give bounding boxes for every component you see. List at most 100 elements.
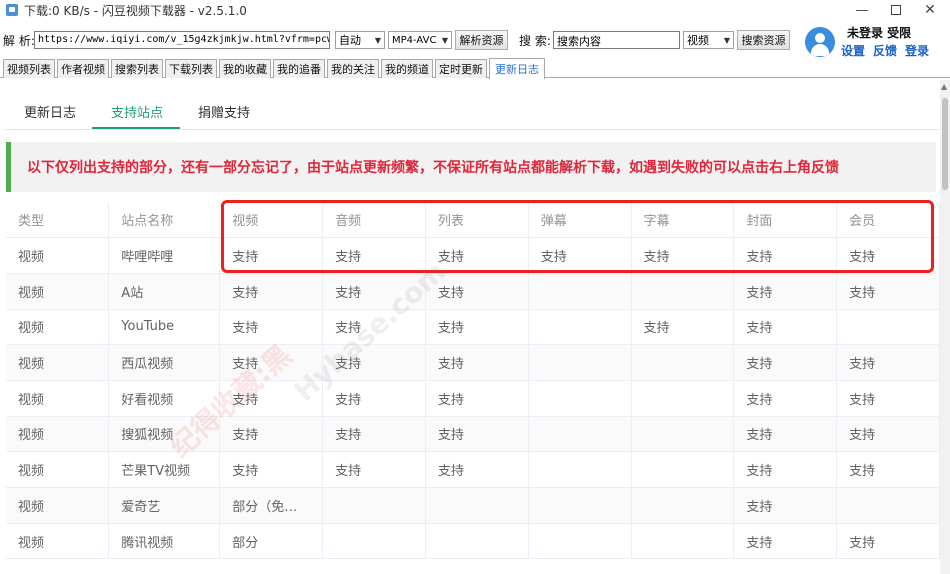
chevron-down-icon: ▼ xyxy=(441,35,448,45)
table-cell: 搜狐视频 xyxy=(108,416,221,453)
settings-link[interactable]: 设置 xyxy=(841,42,865,59)
main-tabs: 视频列表 作者视频 搜索列表 下载列表 我的收藏 我的追番 我的关注 我的频道 … xyxy=(0,58,950,79)
title-bar: 下载:0 KB/s - 闪豆视频下载器 - v2.5.1.0 xyxy=(0,0,950,20)
table-cell xyxy=(528,416,632,453)
minimize-button[interactable]: — xyxy=(846,0,878,20)
table-cell: 视频 xyxy=(6,237,110,274)
window-title: 下载:0 KB/s - 闪豆视频下载器 - v2.5.1.0 xyxy=(24,3,247,18)
col-header-type: 类型 xyxy=(6,202,110,239)
highlight-annotation-box xyxy=(221,200,934,273)
table-cell xyxy=(528,273,632,310)
table-cell: 好看视频 xyxy=(108,380,221,417)
table-cell: 部分（免… xyxy=(219,487,324,524)
feedback-link[interactable]: 反馈 xyxy=(873,42,897,59)
table-cell: 支持 xyxy=(733,344,838,381)
table-cell: 支持 xyxy=(836,451,940,488)
table-cell: 支持 xyxy=(733,523,838,560)
table-cell: 支持 xyxy=(219,273,324,310)
search-input[interactable]: 搜索内容 xyxy=(553,31,680,49)
scroll-thumb[interactable] xyxy=(942,98,948,190)
scroll-up-icon[interactable]: ▲ xyxy=(941,82,947,91)
table-row: 视频 A站 支持 支持 支持 支持 支持 xyxy=(6,273,940,310)
format-select-value: MP4-AVC xyxy=(392,34,437,46)
table-cell: 支持 xyxy=(425,416,529,453)
table-cell: 支持 xyxy=(733,273,838,310)
table-cell xyxy=(631,487,735,524)
table-cell: 支持 xyxy=(425,309,529,346)
login-link[interactable]: 登录 xyxy=(905,42,929,59)
active-subtab-indicator xyxy=(92,127,180,129)
table-cell: 支持 xyxy=(836,273,940,310)
format-select[interactable]: MP4-AVC ▼ xyxy=(388,31,452,49)
parse-label: 解 析: xyxy=(3,34,35,48)
notice-banner: 以下仅列出支持的部分，还有一部分忘记了，由于站点更新频繁，不保证所有站点都能解析… xyxy=(6,142,936,192)
sub-tabs: 更新日志 支持站点 捐赠支持 xyxy=(4,80,940,130)
table-row: 视频 芒果TV视频 支持 支持 支持 支持 支持 xyxy=(6,451,940,488)
table-cell: 支持 xyxy=(322,451,426,488)
table-cell: 视频 xyxy=(6,344,110,381)
notice-text: 以下仅列出支持的部分，还有一部分忘记了，由于站点更新频繁，不保证所有站点都能解析… xyxy=(27,160,839,176)
table-cell: 爱奇艺 xyxy=(108,487,221,524)
vertical-scrollbar[interactable]: ▲ xyxy=(940,80,950,574)
table-cell: 支持 xyxy=(322,309,426,346)
subtab-changelog[interactable]: 更新日志 xyxy=(24,102,76,121)
search-label: 搜 索: xyxy=(519,34,551,48)
table-cell: 支持 xyxy=(733,309,838,346)
search-type-select[interactable]: 视频 ▼ xyxy=(683,31,734,49)
tab-search-list[interactable]: 搜索列表 xyxy=(111,59,163,78)
search-button[interactable]: 搜索资源 xyxy=(737,30,790,50)
table-cell xyxy=(631,451,735,488)
table-cell: 支持 xyxy=(322,416,426,453)
table-cell: 视频 xyxy=(6,487,110,524)
table-row: 视频 腾讯视频 部分 支持 支持 xyxy=(6,523,940,560)
maximize-icon xyxy=(891,5,901,15)
maximize-button[interactable] xyxy=(880,0,912,20)
user-status: 未登录 受限 xyxy=(847,26,912,40)
tab-changelog[interactable]: 更新日志 xyxy=(489,58,545,79)
avatar[interactable] xyxy=(805,27,835,57)
tab-following-series[interactable]: 我的追番 xyxy=(273,59,325,78)
table-cell: YouTube xyxy=(108,309,221,346)
tab-favorites[interactable]: 我的收藏 xyxy=(219,59,271,78)
table-cell: 支持 xyxy=(322,380,426,417)
table-cell: 部分 xyxy=(219,523,324,560)
table-cell xyxy=(528,344,632,381)
table-cell: 支持 xyxy=(425,380,529,417)
table-cell: 支持 xyxy=(219,344,324,381)
table-cell: 支持 xyxy=(219,451,324,488)
subtab-donate[interactable]: 捐赠支持 xyxy=(198,102,250,121)
table-cell xyxy=(528,309,632,346)
close-button[interactable]: ✕ xyxy=(914,0,946,20)
table-cell: 视频 xyxy=(6,380,110,417)
tab-scheduled-update[interactable]: 定时更新 xyxy=(435,59,487,78)
table-cell xyxy=(322,523,426,560)
tab-video-list[interactable]: 视频列表 xyxy=(3,59,55,78)
table-cell xyxy=(836,487,940,524)
table-row: 视频 爱奇艺 部分（免… 支持 xyxy=(6,487,940,524)
table-cell xyxy=(631,523,735,560)
table-cell: 视频 xyxy=(6,309,110,346)
tab-author-videos[interactable]: 作者视频 xyxy=(57,59,109,78)
table-cell: 西瓜视频 xyxy=(108,344,221,381)
tab-following[interactable]: 我的关注 xyxy=(327,59,379,78)
table-cell xyxy=(425,523,529,560)
toolbar: 解 析: https://www.iqiyi.com/v_15g4zkjmkjw… xyxy=(0,28,800,52)
tab-download-list[interactable]: 下载列表 xyxy=(165,59,217,78)
table-cell xyxy=(631,416,735,453)
table-cell: 视频 xyxy=(6,451,110,488)
subtab-supported-sites[interactable]: 支持站点 xyxy=(111,102,163,121)
table-row: 视频 好看视频 支持 支持 支持 支持 支持 xyxy=(6,380,940,417)
table-row: 视频 搜狐视频 支持 支持 支持 支持 支持 xyxy=(6,416,940,453)
table-cell: 支持 xyxy=(836,380,940,417)
table-cell: 支持 xyxy=(631,309,735,346)
url-input[interactable]: https://www.iqiyi.com/v_15g4zkjmkjw.html… xyxy=(34,31,330,49)
mode-select[interactable]: 自动 ▼ xyxy=(335,31,385,49)
table-cell: 支持 xyxy=(733,380,838,417)
table-cell xyxy=(528,380,632,417)
table-cell: 支持 xyxy=(425,451,529,488)
table-cell: 支持 xyxy=(836,416,940,453)
table-cell: 支持 xyxy=(733,487,838,524)
user-icon xyxy=(815,33,825,43)
parse-button[interactable]: 解析资源 xyxy=(455,30,508,50)
tab-channels[interactable]: 我的频道 xyxy=(381,59,433,78)
